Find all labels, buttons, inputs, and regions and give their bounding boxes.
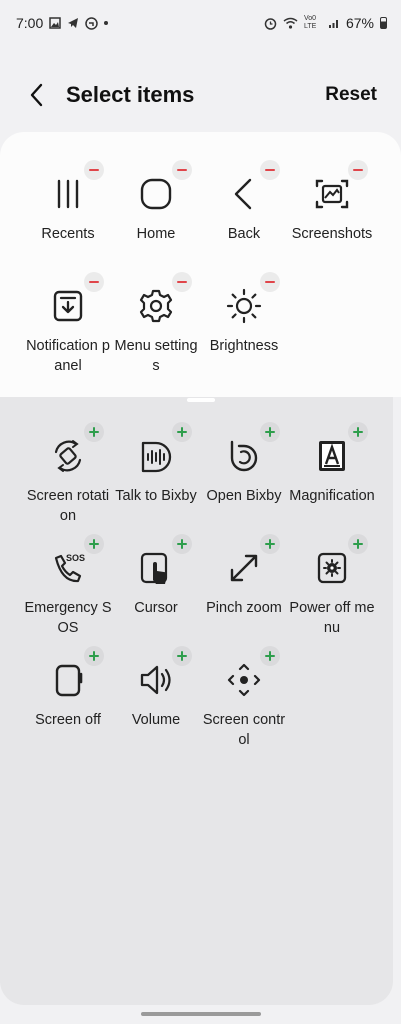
- bixby-voice-icon: [136, 422, 192, 476]
- cursor-icon: [136, 534, 192, 588]
- add-badge[interactable]: [260, 646, 280, 666]
- available-item-pinch-zoom[interactable]: Pinch zoom: [200, 534, 288, 618]
- sos-phone-icon: SOS: [48, 534, 104, 588]
- remove-badge[interactable]: [260, 272, 280, 292]
- signal-icon: [328, 20, 338, 28]
- item-label: Cursor: [134, 600, 178, 616]
- status-time: 7:00: [16, 15, 44, 31]
- screen-off-icon: [48, 646, 104, 700]
- svg-text:SOS: SOS: [66, 553, 85, 563]
- selected-item-notification-panel[interactable]: Notification panel: [24, 272, 112, 376]
- available-item-power-off-menu[interactable]: Power off menu: [288, 534, 376, 638]
- battery-percent: 67%: [345, 15, 374, 31]
- sun-icon: [224, 272, 280, 326]
- available-item-volume[interactable]: Volume: [112, 646, 200, 730]
- remove-badge[interactable]: [172, 160, 192, 180]
- selected-item-brightness[interactable]: Brightness: [200, 272, 288, 356]
- home-icon: [136, 160, 192, 214]
- status-bar: 7:00 Vo0 LTE 67%: [0, 0, 401, 46]
- add-badge[interactable]: [172, 422, 192, 442]
- back-icon: [224, 160, 280, 214]
- add-badge[interactable]: [348, 534, 368, 554]
- add-badge[interactable]: [260, 534, 280, 554]
- navigation-icon: [85, 16, 98, 30]
- add-badge[interactable]: [84, 422, 104, 442]
- available-item-magnification[interactable]: Magnification: [288, 422, 376, 506]
- remove-badge[interactable]: [260, 160, 280, 180]
- bixby-icon: [224, 422, 280, 476]
- alarm-icon: [264, 17, 277, 30]
- remove-badge[interactable]: [84, 160, 104, 180]
- recents-icon: [48, 160, 104, 214]
- volume-icon: [136, 646, 192, 700]
- item-label: Brightness: [209, 338, 279, 354]
- screenshot-icon: [312, 160, 368, 214]
- add-badge[interactable]: [172, 646, 192, 666]
- status-left: 7:00: [16, 15, 109, 31]
- status-right: Vo0 LTE 67%: [264, 15, 387, 31]
- reset-button[interactable]: Reset: [325, 84, 377, 106]
- item-label: Back: [227, 226, 261, 242]
- item-label: Menu settings: [114, 338, 198, 374]
- item-label: Talk to Bixby: [115, 488, 197, 504]
- back-button[interactable]: [22, 80, 52, 110]
- add-badge[interactable]: [84, 646, 104, 666]
- add-badge[interactable]: [348, 422, 368, 442]
- item-label: Volume: [131, 712, 181, 728]
- available-item-screen-off[interactable]: Screen off: [24, 646, 112, 730]
- selected-item-screenshots[interactable]: Screenshots: [288, 160, 376, 244]
- chevron-left-icon: [30, 83, 43, 107]
- selected-item-recents[interactable]: Recents: [24, 160, 112, 244]
- selected-item-home[interactable]: Home: [112, 160, 200, 244]
- item-label: Recents: [41, 226, 95, 242]
- divider-handle[interactable]: [187, 398, 215, 402]
- add-badge[interactable]: [84, 534, 104, 554]
- available-item-open-bixby[interactable]: Open Bixby: [200, 422, 288, 506]
- item-label: Emergency SOS: [24, 600, 112, 636]
- remove-badge[interactable]: [84, 272, 104, 292]
- item-label: Open Bixby: [206, 488, 282, 504]
- available-item-cursor[interactable]: Cursor: [112, 534, 200, 618]
- screen-control-icon: [224, 646, 280, 700]
- item-label: Screen off: [35, 712, 101, 728]
- power-menu-icon: [312, 534, 368, 588]
- notification-panel-icon: [48, 272, 104, 326]
- battery-icon: [380, 17, 387, 29]
- home-indicator[interactable]: [141, 1012, 261, 1016]
- item-label: Power off menu: [289, 600, 375, 636]
- rotation-icon: [48, 422, 104, 476]
- item-label: Magnification: [289, 488, 375, 504]
- item-label: Screen rotation: [26, 488, 110, 524]
- item-label: Pinch zoom: [206, 600, 282, 616]
- available-item-emergency-sos[interactable]: SOS Emergency SOS: [24, 534, 112, 638]
- gear-icon: [136, 272, 192, 326]
- header: Select items Reset: [0, 70, 401, 122]
- item-label: Screenshots: [291, 226, 373, 242]
- item-label: Screen control: [202, 712, 286, 748]
- available-item-screen-rotation[interactable]: Screen rotation: [24, 422, 112, 526]
- add-badge[interactable]: [260, 422, 280, 442]
- add-badge[interactable]: [172, 534, 192, 554]
- notification-dot: [104, 21, 109, 25]
- selected-item-menu-settings[interactable]: Menu settings: [112, 272, 200, 376]
- item-label: Home: [136, 226, 176, 242]
- pinch-zoom-icon: [224, 534, 280, 588]
- available-item-talk-to-bixby[interactable]: Talk to Bixby: [112, 422, 200, 506]
- selected-item-back[interactable]: Back: [200, 160, 288, 244]
- page-title: Select items: [66, 82, 195, 107]
- wifi-icon: [283, 17, 298, 29]
- magnification-icon: [312, 422, 368, 476]
- remove-badge[interactable]: [172, 272, 192, 292]
- network-type: Vo0 LTE: [303, 15, 317, 30]
- gallery-icon: [49, 17, 61, 29]
- telegram-icon: [68, 18, 79, 28]
- available-item-screen-control[interactable]: Screen control: [200, 646, 288, 750]
- item-label: Notification panel: [26, 338, 110, 374]
- remove-badge[interactable]: [348, 160, 368, 180]
